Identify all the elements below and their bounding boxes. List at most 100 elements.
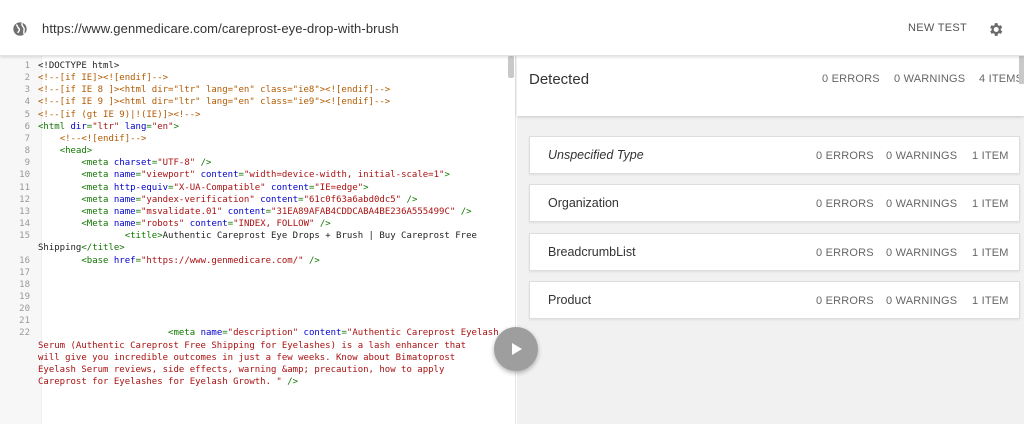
line-number [0,352,38,364]
type-errors: 0 ERRORS [816,198,874,210]
results-panel: Detected 0 ERRORS 0 WARNINGS 4 ITEMS Uns… [517,56,1024,424]
code-scrollbar[interactable] [508,56,514,78]
code-line: 10 <meta name="viewport" content="width=… [0,169,510,181]
line-text: Eyelash Serum reviews, side effects, war… [38,364,445,375]
type-card-breadcrumblist[interactable]: BreadcrumbList 0 ERRORS 0 WARNINGS 1 ITE… [529,233,1020,271]
type-card-organization[interactable]: Organization 0 ERRORS 0 WARNINGS 1 ITEM [529,184,1020,222]
line-text: <meta name="msvalidate.01" content="31EA… [81,206,472,217]
code-line: 17 [0,267,510,279]
line-text: <!--[if IE 9 ]><html dir="ltr" lang="en"… [38,97,391,108]
line-text: Careprost for Eyelashes for Eyelash Grow… [38,377,299,388]
line-number: 13 [19,206,30,217]
line-number: 5 [24,109,30,120]
code-line: 1 <!DOCTYPE html> [0,60,510,72]
type-items: 1 ITEM [972,295,1009,307]
line-text: <meta name="viewport" content="width=dev… [81,170,450,181]
code-line: 14 <Meta name="robots" content="INDEX, F… [0,218,510,230]
type-warnings: 0 WARNINGS [886,247,958,259]
code-line: 22 <meta name="description" content="Aut… [0,327,510,339]
line-text: Serum (Authentic Careprost Free Shipping… [38,340,467,351]
type-items: 1 ITEM [972,150,1009,162]
line-number: 18 [19,279,30,290]
tested-url[interactable]: https://www.genmedicare.com/careprost-ey… [42,21,399,36]
code-line: 18 [0,279,510,291]
type-warnings: 0 WARNINGS [886,295,958,307]
line-number: 10 [19,170,30,181]
line-number: 22 [19,328,30,339]
code-line: Shipping</title> [0,242,510,254]
line-text: will give you incredible outcomes in jus… [38,352,456,363]
line-text: <!DOCTYPE html> [38,61,120,71]
line-number: 3 [24,85,30,96]
code-line: Serum (Authentic Careprost Free Shipping… [0,340,510,352]
new-test-button[interactable]: NEW TEST [908,22,967,34]
detected-title: Detected [529,71,590,88]
line-number [0,376,38,388]
type-name: BreadcrumbList [548,245,636,259]
line-text: <html dir="ltr" lang="en"> [38,121,179,132]
type-name: Organization [548,196,619,210]
line-text: <base href="https://www.genmedicare.com/… [81,255,320,266]
type-card-product[interactable]: Product 0 ERRORS 0 WARNINGS 1 ITEM [529,281,1020,319]
globe-icon [13,22,27,36]
line-text: <!--[if IE]><![endif]--> [38,73,169,84]
code-line: 5 <!--[if (gt IE 9)|!(IE)]><!--> [0,109,510,121]
line-number [0,242,38,254]
detected-warnings: 0 WARNINGS [894,73,966,85]
code-line: 13 <meta name="msvalidate.01" content="3… [0,206,510,218]
line-text: <meta http-equiv="X-UA-Compatible" conte… [81,182,369,193]
line-number: 7 [24,133,30,144]
type-items: 1 ITEM [972,198,1009,210]
type-warnings: 0 WARNINGS [886,150,958,162]
detected-errors: 0 ERRORS [822,73,880,85]
type-errors: 0 ERRORS [816,247,874,259]
line-text: <Meta name="robots" content="INDEX, FOLL… [81,219,331,230]
code-line: 20 [0,303,510,315]
run-test-button[interactable] [494,327,538,371]
line-number: 16 [19,255,30,266]
line-text: <title>Authentic Careprost Eye Drops + B… [124,231,477,242]
code-line: 12 <meta name="yandex-verification" cont… [0,194,510,206]
source-code-panel[interactable]: 1 <!DOCTYPE html> 2 <!--[if IE]><![endif]--… [0,56,516,424]
type-errors: 0 ERRORS [816,150,874,162]
type-errors: 0 ERRORS [816,295,874,307]
line-number: 9 [24,158,30,169]
code-line: 2 <!--[if IE]><![endif]--> [0,72,510,84]
line-number: 1 [24,61,30,71]
line-text: <meta name="description" content="Authen… [168,328,499,339]
line-text: <!--[if (gt IE 9)|!(IE)]><!--> [38,109,201,120]
code-line: Careprost for Eyelashes for Eyelash Grow… [0,376,510,388]
type-name: Unspecified Type [548,148,644,162]
code-line: 19 [0,291,510,303]
detected-header: Detected 0 ERRORS 0 WARNINGS 4 ITEMS [517,56,1024,116]
results-scrollbar[interactable] [1019,56,1024,84]
line-text: <!--<![endif]--> [59,133,147,144]
line-number: 2 [24,73,30,84]
line-number [0,340,38,352]
line-number: 11 [19,182,30,193]
code-line: 7 <!--<![endif]--> [0,133,510,145]
line-number: 12 [19,194,30,205]
code-line: 15 <title>Authentic Careprost Eye Drops … [0,230,510,242]
line-text: Shipping</title> [38,243,125,254]
line-number: 20 [19,304,30,315]
line-number: 14 [19,219,30,230]
type-warnings: 0 WARNINGS [886,198,958,210]
code-line: 21 [0,315,510,327]
code-lines: 1 <!DOCTYPE html> 2 <!--[if IE]><![endif]--… [0,60,510,388]
code-line: 6 <html dir="ltr" lang="en"> [0,121,510,133]
line-number: 17 [19,267,30,278]
line-number: 21 [19,316,30,327]
type-name: Product [548,293,592,307]
type-card-unspecified[interactable]: Unspecified Type 0 ERRORS 0 WARNINGS 1 I… [529,136,1020,174]
top-bar: https://www.genmedicare.com/careprost-ey… [0,0,1024,56]
code-line: 9 <meta charset="UTF-8" /> [0,157,510,169]
line-number: 15 [19,231,30,242]
gear-icon[interactable] [987,21,1004,38]
line-number: 6 [24,121,30,132]
detected-items: 4 ITEMS [979,73,1024,85]
code-line: 4 <!--[if IE 9 ]><html dir="ltr" lang="en… [0,96,510,108]
line-number [0,364,38,376]
code-line: 16 <base href="https://www.genmedicare.c… [0,255,510,267]
line-text: <meta name="yandex-verification" content… [81,194,418,205]
